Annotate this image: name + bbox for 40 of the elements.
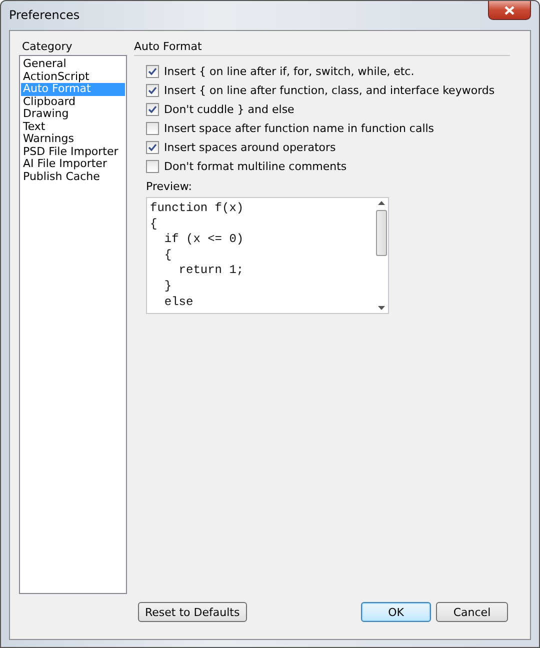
code-line: { [150, 216, 158, 232]
window-title: Preferences [9, 8, 81, 22]
category-label: Category [21, 40, 74, 55]
checkbox-label[interactable]: Don't format multiline comments [162, 159, 349, 174]
checkbox-label[interactable]: Insert space after function name in function calls [162, 121, 436, 136]
code-line: return 1; [178, 263, 245, 279]
checkbox[interactable] [146, 103, 159, 116]
close-button[interactable] [488, 1, 531, 20]
code-line: { [163, 248, 173, 264]
code-line: } [163, 278, 173, 295]
category-item[interactable]: Warnings [21, 133, 125, 146]
scrollbar[interactable] [374, 198, 388, 313]
checkbox[interactable] [146, 84, 159, 97]
checkbox-label[interactable]: Insert { on line after if, for, switch, while, etc. [162, 64, 416, 79]
code-line: if (x <= 0) [163, 232, 245, 248]
checkbox-label[interactable]: Insert spaces around operators [162, 140, 338, 155]
scroll-up-arrow-icon[interactable] [378, 201, 384, 205]
dialog-button[interactable]: Reset to Defaults [138, 602, 247, 622]
checkbox[interactable] [146, 141, 159, 154]
checkbox-label[interactable]: Insert { on line after function, class, and interface keywords [162, 83, 497, 98]
close-icon [504, 6, 515, 14]
checkbox[interactable] [146, 160, 159, 173]
preview-label: Preview: [146, 180, 193, 195]
checkbox-label[interactable]: Don't cuddle } and else [162, 102, 296, 117]
category-item[interactable]: Clipboard [21, 96, 125, 108]
scroll-down-arrow-icon[interactable] [378, 306, 384, 310]
category-item[interactable]: General [21, 58, 125, 70]
category-item[interactable]: AI File Importer [21, 158, 125, 170]
checkbox[interactable] [146, 122, 159, 135]
category-item[interactable]: PSD File Importer [21, 146, 125, 158]
category-item[interactable]: Text [21, 120, 125, 133]
checkbox[interactable] [146, 65, 159, 78]
category-item[interactable]: Drawing [21, 108, 125, 120]
category-item[interactable]: Publish Cache [21, 170, 125, 183]
dialog-button[interactable]: OK [361, 602, 431, 622]
category-item[interactable]: ActionScript [21, 70, 125, 83]
section-heading: Auto Format [134, 40, 510, 56]
code-line: function f(x) [150, 201, 245, 217]
dialog-button[interactable]: Cancel [436, 602, 508, 622]
code-line: else [163, 294, 194, 310]
